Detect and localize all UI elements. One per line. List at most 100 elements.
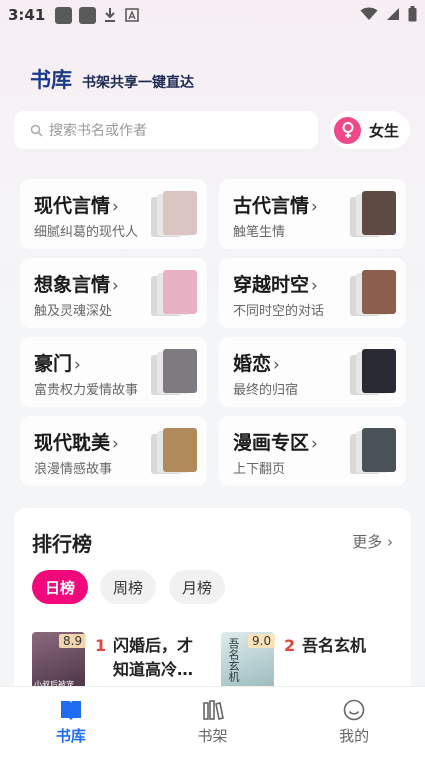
category-title: 豪门 › [34,349,81,376]
book-rank: 2 [284,636,296,655]
chevron-right-icon: › [74,355,81,375]
page-subtitle: 书架共享一键直达 [82,75,194,91]
wifi-icon [360,7,378,20]
category-title: 古代言情 › [233,191,318,218]
category-desc: 触笔生情 [233,225,286,240]
cover-stack [151,428,197,474]
category-desc: 浪漫情感故事 [34,462,113,477]
category-title-text: 豪门 [34,353,73,375]
book-cover-image [163,349,197,393]
cover-stack [151,270,197,316]
book-rank: 1 [95,636,107,655]
search-placeholder: 搜索书名或作者 [49,123,147,139]
book-score: 9.0 [248,634,276,648]
tab-label: 书架 [197,727,228,745]
book-cover-image [362,428,396,472]
category-card[interactable]: 古代言情 › 触笔生情 [219,179,406,249]
tab-label: 我的 [339,727,370,745]
ranking-title: 排行榜 [32,532,92,556]
library-book-icon [60,701,81,720]
category-card[interactable]: 现代耽美 › 浪漫情感故事 [20,416,207,486]
category-desc: 上下翻页 [233,462,286,477]
tab-weekly[interactable]: 周榜 [100,570,156,604]
category-title-text: 现代耽美 [34,432,111,454]
bookshelf-icon [202,700,224,720]
chevron-right-icon: › [273,355,280,375]
book-cover-image [362,191,396,235]
tab-label: 书库 [55,727,86,745]
notification-icon [55,6,73,24]
status-time: 3:41 [8,6,46,24]
ranking-book-item[interactable]: 吾名玄机 9.0 2 吾名玄机 [221,632,401,692]
bottom-tab-bar: 书库 书架 我的 [0,686,425,757]
category-card[interactable]: 想象言情 › 触及灵魂深处 [20,258,207,328]
search-icon [30,124,43,137]
page-header: 书库 书架共享一键直达 [30,64,194,94]
book-cover-image [362,349,396,393]
female-icon [334,116,361,144]
chevron-right-icon: › [311,197,318,217]
category-card[interactable]: 现代言情 › 细腻纠葛的现代人 [20,179,207,249]
status-bar: 3:41 [0,0,425,30]
ranking-card: 排行榜 更多 › 日榜 周榜 月榜 小叔后被宠 8.9 1 闪婚后，才知道高冷…… [14,508,411,708]
gender-label: 女生 [369,121,400,140]
book-cover-image [362,270,396,314]
tab-profile[interactable]: 我的 [283,687,425,757]
category-title: 漫画专区 › [233,428,318,455]
app-a-icon [125,8,140,22]
chevron-right-icon: › [112,197,119,217]
cover-stack [151,349,197,395]
category-card[interactable]: 穿越时空 › 不同时空的对话 [219,258,406,328]
book-score: 8.9 [59,634,87,648]
category-title-text: 想象言情 [34,274,111,296]
category-desc: 触及灵魂深处 [34,304,113,319]
book-cover-image [163,270,197,314]
tab-bookshelf[interactable]: 书架 [142,687,284,757]
category-card[interactable]: 婚恋 › 最终的归宿 [219,337,406,407]
category-desc: 富贵权力爱情故事 [34,383,139,398]
category-title-text: 现代言情 [34,195,111,217]
category-title: 现代耽美 › [34,428,119,455]
notification-icon [79,6,97,24]
chevron-right-icon: › [112,276,119,296]
cover-stack [151,191,197,237]
category-title-text: 漫画专区 [233,432,310,454]
cover-stack [350,349,396,395]
category-title: 现代言情 › [34,191,119,218]
book-cover-image [163,428,197,472]
category-card[interactable]: 漫画专区 › 上下翻页 [219,416,406,486]
category-title-text: 穿越时空 [233,274,310,296]
category-title: 婚恋 › [233,349,280,376]
book-name: 吾名玄机 [302,636,367,655]
category-card[interactable]: 豪门 › 富贵权力爱情故事 [20,337,207,407]
category-desc: 细腻纠葛的现代人 [34,225,139,240]
more-label: 更多 [352,533,383,551]
search-input[interactable]: 搜索书名或作者 [14,111,318,149]
chevron-right-icon: › [311,276,318,296]
category-desc: 最终的归宿 [233,383,299,398]
gender-switch-button[interactable]: 女生 [330,111,410,149]
chevron-right-icon: › [112,434,119,454]
tab-library[interactable]: 书库 [0,687,142,757]
page-title: 书库 [30,68,72,92]
tab-monthly[interactable]: 月榜 [169,570,225,604]
book-cover-image [163,191,197,235]
signal-icon [387,8,399,20]
ranking-book-item[interactable]: 小叔后被宠 8.9 1 闪婚后，才知道高冷… [32,632,212,692]
chevron-right-icon: › [311,434,318,454]
cover-title-art: 吾名玄机 [227,638,240,682]
smiley-profile-icon [343,699,365,721]
download-icon [105,8,116,22]
cover-stack [350,191,396,237]
category-title: 穿越时空 › [233,270,318,297]
ranking-more-link[interactable]: 更多 › [352,531,393,552]
book-name: 闪婚后，才知道高冷… [113,636,194,679]
category-desc: 不同时空的对话 [233,304,325,319]
tab-daily[interactable]: 日榜 [32,570,88,604]
battery-icon [408,6,417,22]
cover-stack [350,270,396,316]
category-title-text: 古代言情 [233,195,310,217]
category-title: 想象言情 › [34,270,119,297]
cover-stack [350,428,396,474]
category-title-text: 婚恋 [233,353,272,375]
